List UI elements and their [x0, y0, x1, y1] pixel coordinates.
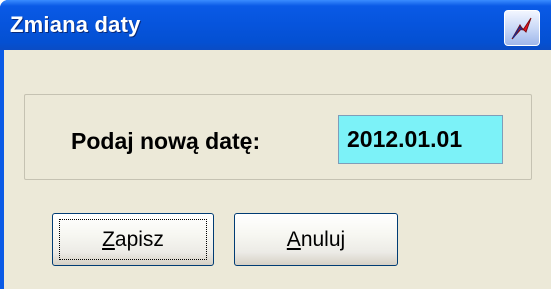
date-groupbox: Podaj nową datę:: [24, 94, 532, 180]
app-icon-button[interactable]: [504, 10, 540, 46]
cancel-label-rest: nuluj: [300, 228, 346, 251]
save-button[interactable]: Zapisz: [52, 213, 214, 266]
title-bar[interactable]: Zmiana daty: [0, 0, 551, 50]
cancel-mnemonic: A: [286, 228, 301, 251]
save-mnemonic: Z: [102, 228, 115, 251]
new-date-input[interactable]: [338, 115, 503, 164]
cancel-button-label: Anuluj: [235, 228, 397, 252]
dialog-client-area: Podaj nową datę: Zapisz Anuluj: [4, 50, 551, 289]
new-date-prompt-label: Podaj nową datę:: [71, 128, 261, 154]
red-lightning-icon: [511, 17, 532, 40]
save-label-rest: apisz: [114, 228, 164, 251]
date-change-dialog: Zmiana daty Podaj nową datę: Zapisz Anul…: [0, 0, 551, 289]
save-button-label: Zapisz: [53, 228, 213, 252]
window-title: Zmiana daty: [10, 12, 141, 37]
cancel-button[interactable]: Anuluj: [234, 213, 398, 266]
